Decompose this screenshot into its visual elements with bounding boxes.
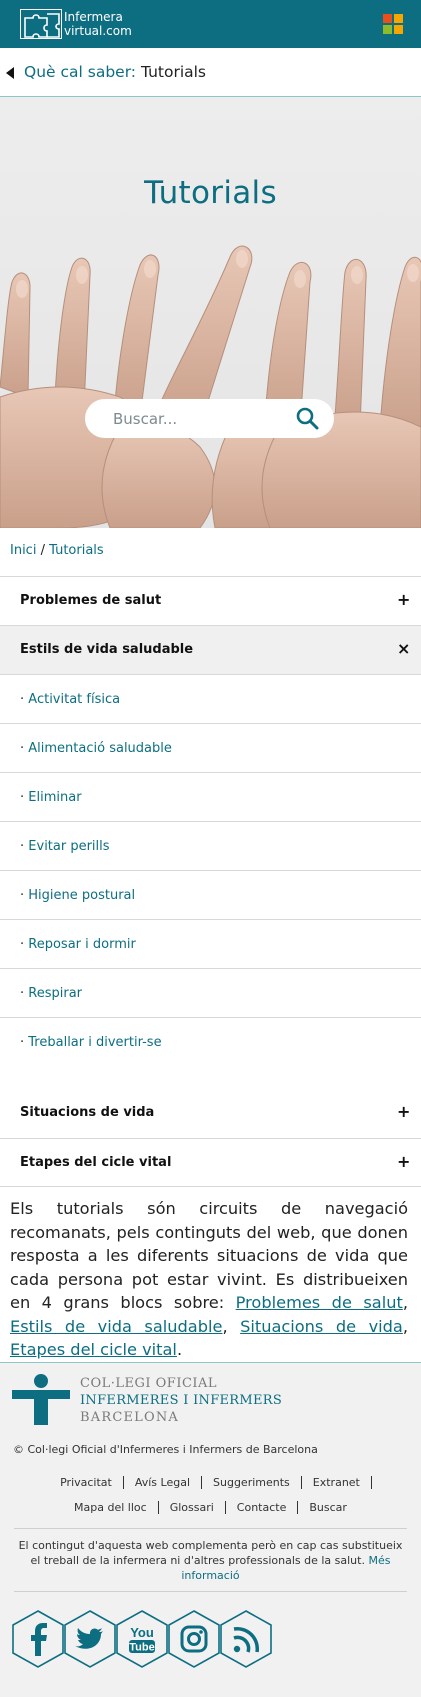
back-arrow-icon[interactable] (6, 67, 14, 79)
sub-item-label[interactable]: Higiene postural (28, 888, 135, 903)
top-bar: Infermera virtual.com (0, 0, 421, 48)
back-nav-prefix[interactable]: Què cal saber: (24, 63, 136, 81)
breadcrumb-current[interactable]: Tutorials (49, 543, 104, 558)
bullet: · (20, 888, 25, 903)
coib-logo-icon (12, 1374, 70, 1425)
intro-separator: , (402, 1293, 408, 1312)
bullet: · (20, 839, 25, 854)
sub-item-label[interactable]: Activitat física (28, 692, 120, 707)
back-nav-text[interactable]: Què cal saber: Tutorials (24, 63, 206, 81)
breadcrumb-separator: / (40, 543, 45, 558)
back-navigation[interactable]: Què cal saber: Tutorials (0, 48, 421, 97)
intro-link-estils[interactable]: Estils de vida saludable (10, 1317, 222, 1336)
intro-link-situacions[interactable]: Situacions de vida (240, 1317, 403, 1336)
sub-item-eliminar[interactable]: · Eliminar (0, 772, 421, 821)
apps-square (383, 25, 392, 34)
disclaimer: El contingut d'aquesta web complementa p… (14, 1538, 407, 1583)
facebook-icon[interactable] (12, 1610, 64, 1668)
footer-divider (14, 1528, 407, 1529)
footer-divider (14, 1591, 407, 1592)
breadcrumb: Inici / Tutorials (10, 543, 104, 558)
accordion-etapes-del-cicle-vital[interactable]: Etapes del cicle vital + (0, 1138, 421, 1187)
logo-line-2: virtual.com (64, 24, 132, 38)
breadcrumb-home[interactable]: Inici (10, 543, 36, 558)
bullet: · (20, 937, 25, 952)
footer-link-mapa[interactable]: Mapa del lloc (63, 1501, 159, 1514)
expand-plus-icon[interactable]: + (397, 590, 410, 609)
sub-item-label[interactable]: Evitar perills (28, 839, 109, 854)
logo-line-1: Infermera (64, 10, 123, 24)
apps-square (394, 14, 403, 23)
intro-link-problemes[interactable]: Problemes de salut (236, 1293, 403, 1312)
apps-square (394, 25, 403, 34)
page-title: Tutorials (144, 175, 277, 211)
bullet: · (20, 741, 25, 756)
accordion-situacions-de-vida[interactable]: Situacions de vida + (0, 1089, 421, 1138)
youtube-icon[interactable]: You Tube (116, 1610, 168, 1668)
org-name: COL·LEGI OFICIAL INFERMERES I INFERMERS … (80, 1375, 282, 1426)
footer-links-row-1: Privacitat Avís Legal Suggeriments Extranet (0, 1476, 421, 1489)
footer-link-privacitat[interactable]: Privacitat (49, 1476, 124, 1489)
org-name-line-3: BARCELONA (80, 1410, 180, 1425)
search-box[interactable] (85, 399, 334, 438)
expand-plus-icon[interactable]: + (397, 1102, 410, 1121)
sub-item-alimentacio-saludable[interactable]: · Alimentació saludable (0, 723, 421, 772)
youtube-label-top: You (130, 1625, 154, 1640)
logo-text: Infermera virtual.com (64, 10, 132, 38)
sub-item-evitar-perills[interactable]: · Evitar perills (0, 821, 421, 870)
sub-item-label[interactable]: Reposar i dormir (28, 937, 136, 952)
collapse-close-icon[interactable]: × (397, 639, 410, 658)
site-logo[interactable]: Infermera virtual.com (20, 9, 132, 39)
hands-illustration (0, 97, 421, 528)
footer-link-glossari[interactable]: Glossari (158, 1501, 226, 1514)
back-nav-current: Tutorials (140, 63, 207, 81)
sub-item-label[interactable]: Eliminar (28, 790, 81, 805)
accordion-problemes-de-salut[interactable]: Problemes de salut + (0, 576, 421, 625)
org-name-line-1: COL·LEGI OFICIAL (80, 1376, 218, 1391)
sub-item-label[interactable]: Respirar (28, 986, 82, 1001)
sub-item-activitat-fisica[interactable]: · Activitat física (0, 674, 421, 723)
accordion-label: Estils de vida saludable (20, 642, 194, 657)
accordion-label: Etapes del cicle vital (20, 1155, 172, 1170)
puzzle-logo-icon (20, 9, 62, 39)
footer-link-contacte[interactable]: Contacte (225, 1501, 299, 1514)
sub-item-treballar-i-divertir-se[interactable]: · Treballar i divertir-se (0, 1017, 421, 1066)
intro-link-etapes[interactable]: Etapes del cicle vital (10, 1340, 177, 1359)
footer-links-row-2: Mapa del lloc Glossari Contacte Buscar (0, 1501, 421, 1514)
disclaimer-text: El contingut d'aquesta web complementa p… (18, 1539, 403, 1567)
sub-item-respirar[interactable]: · Respirar (0, 968, 421, 1017)
intro-end: . (176, 1340, 183, 1359)
org-name-line-2: INFERMERES I INFERMERS (80, 1393, 283, 1408)
instagram-icon[interactable] (168, 1610, 220, 1668)
expand-plus-icon[interactable]: + (397, 1152, 410, 1171)
search-input[interactable] (113, 408, 293, 430)
youtube-label-bottom: Tube (129, 1642, 154, 1654)
twitter-icon[interactable] (64, 1610, 116, 1668)
footer-link-avis-legal[interactable]: Avís Legal (123, 1476, 203, 1489)
search-icon[interactable] (295, 406, 321, 432)
hero-banner: Tutorials (0, 97, 421, 528)
footer: COL·LEGI OFICIAL INFERMERES I INFERMERS … (0, 1362, 421, 1697)
bullet: · (20, 790, 25, 805)
accordion-label: Problemes de salut (20, 593, 162, 608)
sub-item-higiene-postural[interactable]: · Higiene postural (0, 870, 421, 919)
apps-square (383, 14, 392, 23)
apps-grid-icon[interactable] (383, 14, 403, 34)
bullet: · (20, 986, 25, 1001)
intro-separator: , (402, 1316, 408, 1336)
sub-item-reposar-i-dormir[interactable]: · Reposar i dormir (0, 919, 421, 968)
intro-paragraph: Els tutorials són circuits de navegació … (10, 1197, 408, 1362)
accordion-label: Situacions de vida (20, 1105, 155, 1120)
accordion-estils-de-vida-saludable[interactable]: Estils de vida saludable × (0, 625, 421, 674)
sub-item-label[interactable]: Alimentació saludable (28, 741, 172, 756)
bullet: · (20, 1035, 25, 1050)
footer-link-extranet[interactable]: Extranet (301, 1476, 372, 1489)
rss-icon[interactable] (220, 1610, 272, 1668)
footer-link-buscar[interactable]: Buscar (298, 1501, 358, 1514)
footer-link-suggeriments[interactable]: Suggeriments (202, 1476, 302, 1489)
sub-item-label[interactable]: Treballar i divertir-se (28, 1035, 161, 1050)
intro-separator: , (222, 1316, 228, 1336)
bullet: · (20, 692, 25, 707)
copyright: © Col·legi Oficial d'Infermeres i Inferm… (13, 1443, 318, 1456)
